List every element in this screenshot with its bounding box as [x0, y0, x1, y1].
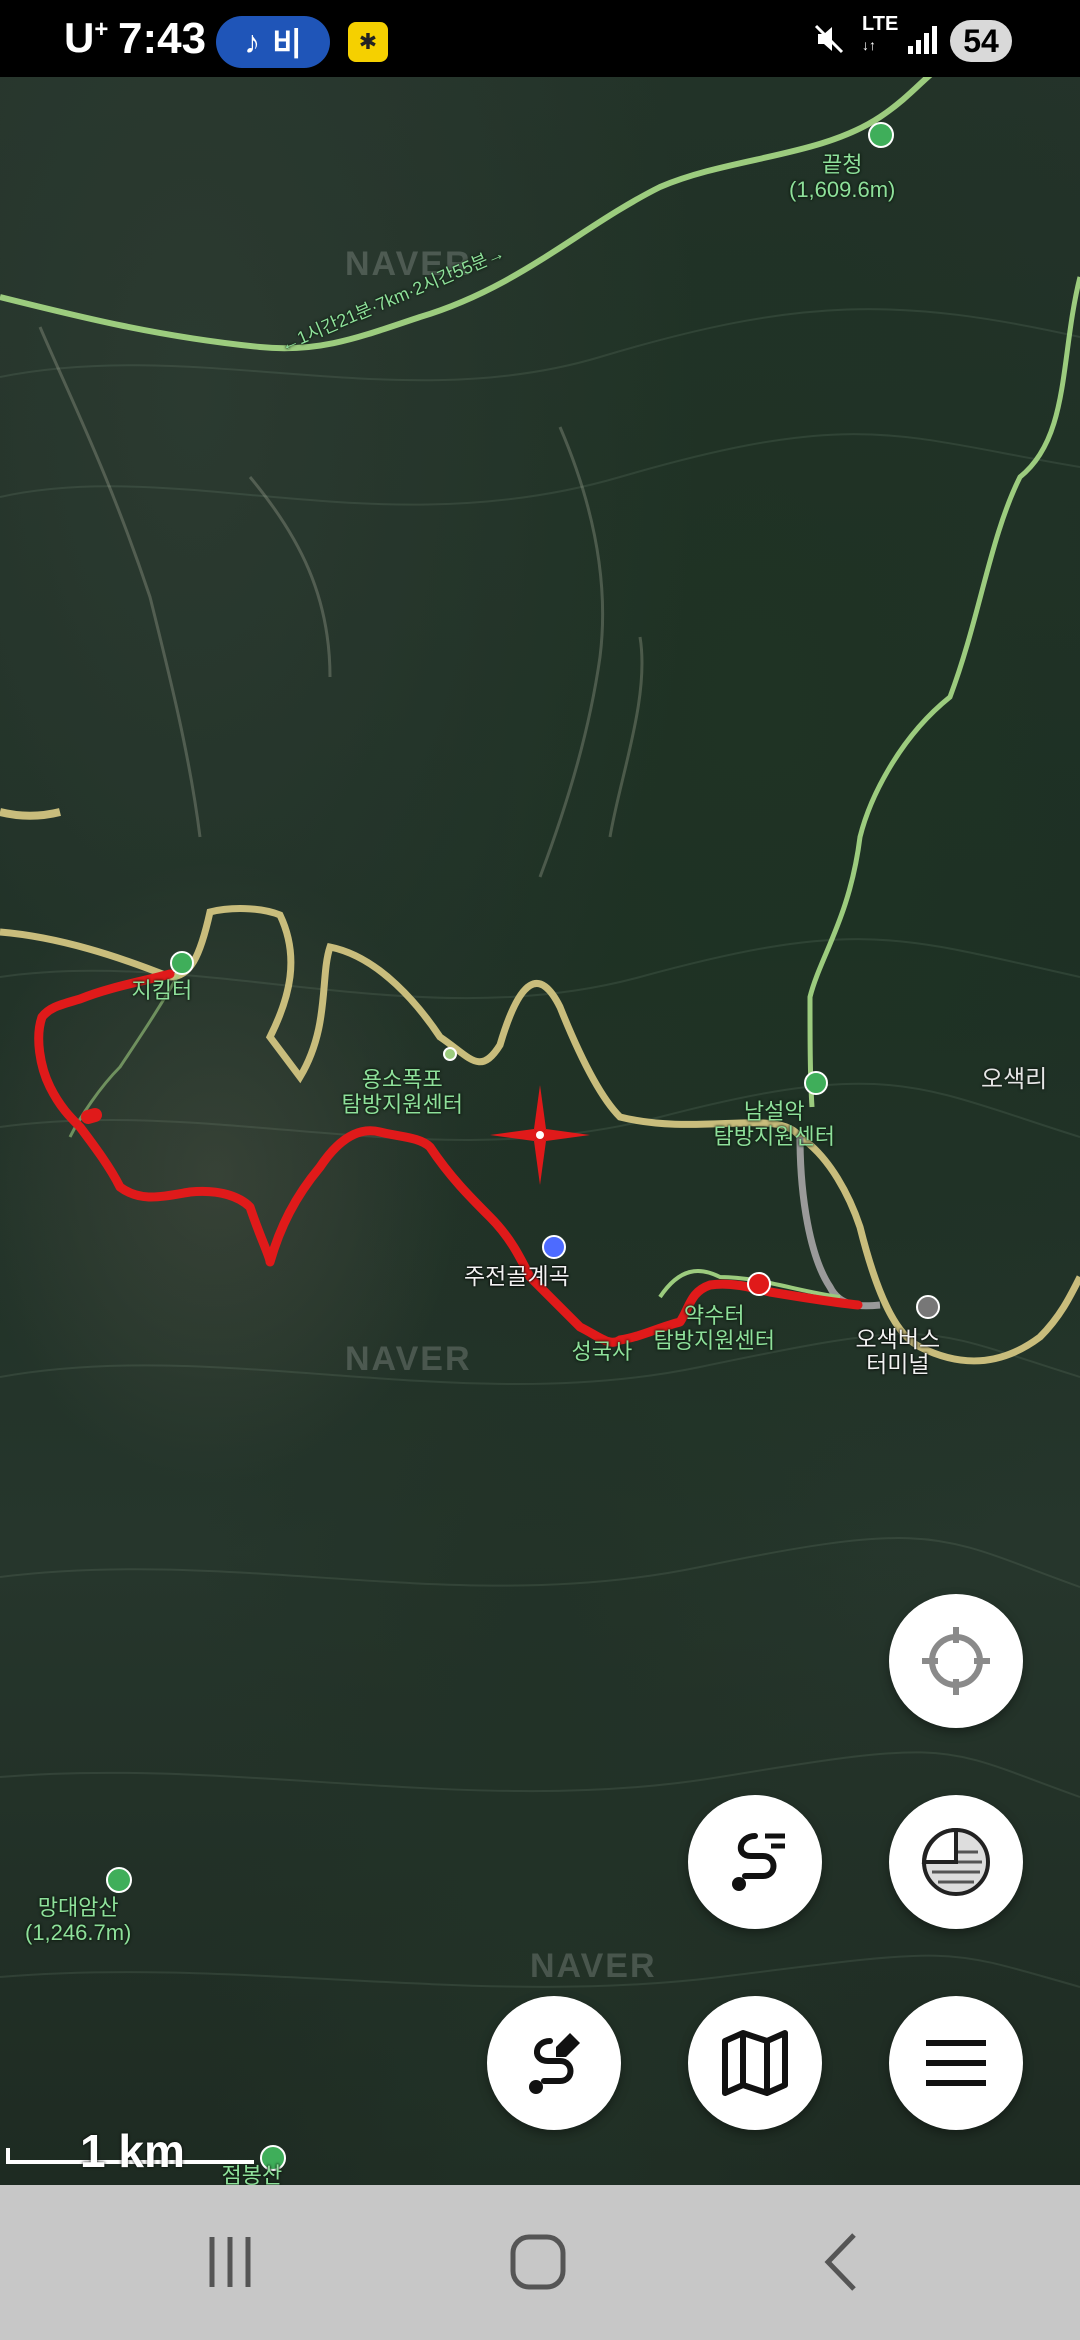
- trailhead-icon[interactable]: [170, 951, 194, 975]
- peak-icon[interactable]: [868, 122, 894, 148]
- label-bus-terminal: 오색버스 터미널: [855, 1326, 941, 1377]
- layers-icon: [921, 1827, 990, 1896]
- music-note-icon: ♪: [244, 23, 261, 60]
- label-seongguksa: 성국사: [571, 1339, 633, 1364]
- bus-terminal-icon[interactable]: [916, 1295, 940, 1319]
- music-notification-pill[interactable]: ♪ 비: [216, 16, 330, 68]
- signal-icon: [908, 26, 937, 54]
- route-list-icon: [732, 1833, 785, 1891]
- route-list-button[interactable]: [688, 1795, 822, 1929]
- menu-button[interactable]: [889, 1996, 1023, 2130]
- naver-watermark-3: NAVER: [530, 1947, 657, 1985]
- label-mangdaeamsan: 망대암산 (1,246.7m): [25, 1895, 132, 1945]
- label-jujeongol: 주전골계곡: [464, 1263, 570, 1289]
- locate-icon: [922, 1627, 990, 1695]
- locate-button[interactable]: [889, 1594, 1023, 1728]
- valley-icon[interactable]: [542, 1235, 566, 1259]
- recent-apps-icon[interactable]: [200, 2229, 260, 2295]
- label-jikimteo: 지킴터: [131, 978, 193, 1003]
- system-nav-bar: [0, 2185, 1080, 2340]
- music-label: 비: [272, 26, 302, 62]
- scale-label: 1 km: [80, 2125, 185, 2177]
- carrier-label: U+: [64, 14, 109, 61]
- menu-icon: [926, 2040, 986, 2086]
- map-view-button[interactable]: [688, 1996, 822, 2130]
- peak-icon-mangdae[interactable]: [106, 1867, 132, 1893]
- peak-label-kkeutcheong: 끝청 (1,609.6m): [789, 152, 896, 202]
- status-bar: U+ 7:43 ♪ 비 ✱ LTE ↓↑ 54: [0, 0, 1080, 77]
- back-icon[interactable]: [812, 2229, 872, 2295]
- label-osaekri: 오색리: [981, 1066, 1048, 1093]
- battery-indicator: 54: [950, 20, 1012, 62]
- draw-route-icon: [529, 2033, 580, 2094]
- home-icon[interactable]: [505, 2229, 571, 2295]
- map-icon: [722, 2030, 788, 2096]
- mute-icon: [814, 24, 844, 54]
- app-notification-icon: ✱: [348, 22, 388, 62]
- label-yongso: 용소폭포 탐방지원센터: [341, 1067, 463, 1117]
- spring-icon[interactable]: [747, 1272, 771, 1296]
- label-namseorak: 남설악 탐방지원센터: [713, 1099, 835, 1149]
- visitor-center-icon[interactable]: [804, 1071, 828, 1095]
- label-yaksuteo: 약수터 탐방지원센터: [653, 1303, 775, 1353]
- layers-button[interactable]: [889, 1795, 1023, 1929]
- clock: 7:43: [118, 14, 207, 63]
- map-center-crosshair-icon: [490, 1085, 590, 1185]
- draw-route-button[interactable]: [487, 1996, 621, 2130]
- naver-watermark-2: NAVER: [345, 1340, 472, 1378]
- network-type: LTE ↓↑: [862, 13, 899, 53]
- trail-point-icon: [443, 1047, 457, 1061]
